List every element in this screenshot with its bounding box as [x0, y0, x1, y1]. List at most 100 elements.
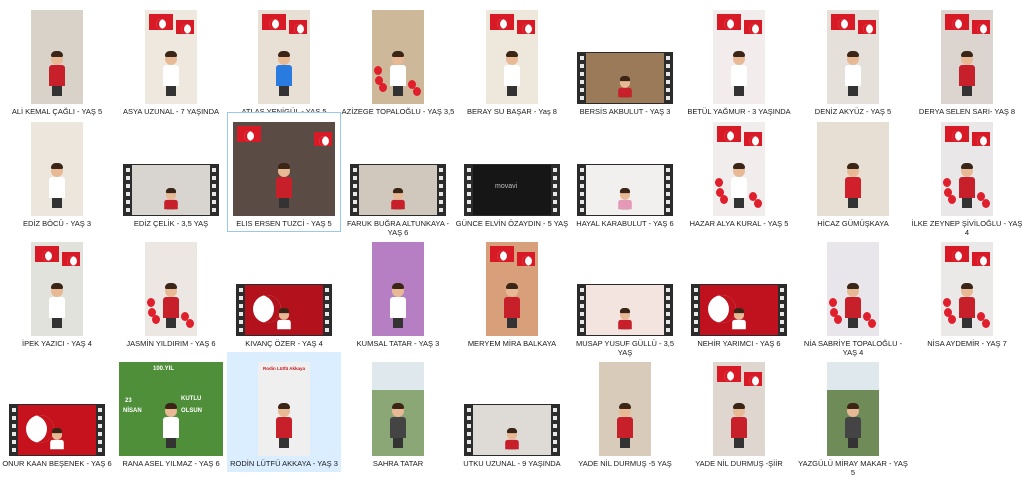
image-file-item[interactable]: ELIS ERSEN TUZCİ - YAŞ 5: [227, 112, 341, 232]
image-file-item[interactable]: BERAY SU BAŞAR - Yaş 8: [455, 0, 569, 120]
photo-thumbnail: [827, 10, 879, 104]
photo-thumbnail: [145, 10, 197, 104]
video-file-item[interactable]: FARUK BUĞRA ALTUNKAYA - YAŞ 6: [341, 112, 455, 237]
video-file-item[interactable]: BERSİS AKBULUT - YAŞ 3: [568, 0, 682, 120]
film-strip-edge: [465, 405, 473, 455]
turkish-flag: [62, 252, 80, 267]
image-file-item[interactable]: YADE NİL DURMUŞ -ŞİİR: [682, 352, 796, 472]
child-figure: [731, 403, 747, 448]
file-name-label: YAZGÜLÜ MİRAY MAKAR - YAŞ 5: [798, 459, 908, 477]
image-file-item[interactable]: AZİZEGE TOPALOĞLU - YAŞ 3,5: [341, 0, 455, 120]
video-thumbnail: [123, 164, 219, 216]
photo-thumbnail: [713, 10, 765, 104]
child-figure: [49, 163, 65, 208]
file-name-label: HAYAL KARABULUT - YAŞ 6: [576, 219, 674, 228]
file-name-label: JASMİN YILDIRIM - YAŞ 6: [126, 339, 216, 348]
video-thumbnail: [236, 284, 332, 336]
file-name-label: MERYEM MİRA BALKAYA: [467, 339, 557, 348]
image-file-item[interactable]: DERYA SELEN SARI- YAŞ 8: [910, 0, 1024, 120]
child-figure: [505, 428, 519, 450]
video-file-item[interactable]: MUSAP YUSUF GÜLLÜ - 3,5 YAŞ: [568, 232, 682, 357]
child-figure: [617, 403, 633, 448]
image-file-item[interactable]: İLKE ZEYNEP ŞİVİLOĞLU - YAŞ 4: [910, 112, 1024, 237]
image-file-item[interactable]: YADE NİL DURMUŞ -5 YAŞ: [568, 352, 682, 472]
file-name-label: İPEK YAZICI - YAŞ 4: [22, 339, 92, 348]
child-figure: [504, 283, 520, 328]
video-thumbnail: [464, 404, 560, 456]
film-strip-edge: [578, 53, 586, 103]
file-name-label: HAZAR ALYA KURAL - YAŞ 5: [689, 219, 789, 228]
film-strip-edge: [96, 405, 104, 455]
photo-thumbnail: [486, 10, 538, 104]
balloon: [185, 319, 194, 329]
video-file-item[interactable]: UTKU UZUNAL - 9 YAŞINDA: [455, 352, 569, 472]
image-file-item[interactable]: MERYEM MİRA BALKAYA: [455, 232, 569, 352]
turkish-flag: [972, 252, 990, 267]
film-strip-edge: [210, 165, 218, 215]
image-file-item[interactable]: EDİZ BÖCÜ - YAŞ 3: [0, 112, 114, 232]
turkish-flag: [289, 20, 307, 35]
film-strip-edge: [237, 285, 245, 335]
image-file-item[interactable]: KUMSAL TATAR - YAŞ 3: [341, 232, 455, 352]
image-file-item[interactable]: BETÜL YAĞMUR - 3 YAŞINDA: [682, 0, 796, 120]
image-file-item[interactable]: ASYA UZUNAL - 7 YAŞINDA: [114, 0, 228, 120]
video-thumbnail: [350, 164, 446, 216]
child-figure: [276, 51, 292, 96]
balloon: [753, 199, 762, 209]
child-figure: [731, 51, 747, 96]
photo-thumbnail: [827, 242, 879, 336]
image-file-item[interactable]: NİSA AYDEMİR - YAŞ 7: [910, 232, 1024, 352]
banner-text: OLSUN: [181, 408, 202, 414]
image-file-item[interactable]: 100.YIL 23 NİSAN KUTLU OLSUN RANA ASEL YILMAZ…: [114, 352, 228, 472]
video-file-item[interactable]: KIVANÇ ÖZER - YAŞ 4: [227, 232, 341, 352]
child-figure: [277, 308, 291, 330]
child-figure: [731, 163, 747, 208]
image-file-item[interactable]: DENİZ AKYÜZ - YAŞ 5: [796, 0, 910, 120]
file-name-label: ONUR KAAN BEŞENEK - YAŞ 6: [2, 459, 112, 468]
video-file-item[interactable]: HAYAL KARABULUT - YAŞ 6: [568, 112, 682, 232]
photo-thumbnail: 100.YIL 23 NİSAN KUTLU OLSUN: [119, 362, 223, 456]
image-file-item[interactable]: İPEK YAZICI - YAŞ 4: [0, 232, 114, 352]
image-file-item[interactable]: ALİ KEMAL ÇAĞLI - YAŞ 5: [0, 0, 114, 120]
photo-thumbnail: [817, 122, 889, 216]
film-strip-edge: [551, 405, 559, 455]
turkish-flag: [744, 372, 762, 387]
film-strip-edge: [778, 285, 786, 335]
image-file-item[interactable]: HAZAR ALYA KURAL - YAŞ 5: [682, 112, 796, 232]
video-file-item[interactable]: movavi GÜNCE ELVİN ÖZAYDIN - 5 YAŞ: [455, 112, 569, 232]
child-figure: [618, 76, 632, 98]
name-sign-text: Rodin Lütfü Akkaya: [262, 366, 306, 371]
image-file-item[interactable]: ATLAS YENİGÜL - YAŞ 5: [227, 0, 341, 120]
image-file-item[interactable]: NİA SABRİYE TOPALOĞLU - YAŞ 4: [796, 232, 910, 357]
image-file-item[interactable]: JASMİN YILDIRIM - YAŞ 6: [114, 232, 228, 352]
child-figure: [959, 283, 975, 328]
image-file-item[interactable]: Rodin Lütfü Akkaya RODİN LÜTFÜ AKKAYA - Y…: [227, 352, 341, 472]
film-strip-edge: [664, 285, 672, 335]
file-name-label: KUMSAL TATAR - YAŞ 3: [356, 339, 440, 348]
child-figure: [163, 403, 179, 448]
photo-thumbnail: [31, 242, 83, 336]
banner-text: KUTLU: [181, 396, 202, 402]
film-strip-edge: [437, 165, 445, 215]
file-name-label: NİSA AYDEMİR - YAŞ 7: [927, 339, 1007, 348]
image-file-item[interactable]: HİCAZ GÜMÜŞKAYA: [796, 112, 910, 232]
child-figure: [618, 308, 632, 330]
film-strip-edge: [578, 285, 586, 335]
photo-thumbnail: [31, 122, 83, 216]
turkish-flag: [517, 252, 535, 267]
image-file-item[interactable]: SAHRA TATAR: [341, 352, 455, 472]
film-strip-edge: [551, 165, 559, 215]
balloon: [412, 87, 421, 97]
film-strip-edge: [124, 165, 132, 215]
photo-thumbnail: Rodin Lütfü Akkaya: [258, 362, 310, 456]
photo-thumbnail: [713, 122, 765, 216]
child-figure: [164, 188, 178, 210]
film-strip-edge: [664, 53, 672, 103]
child-figure: [163, 283, 179, 328]
video-file-item[interactable]: ONUR KAAN BEŞENEK - YAŞ 6: [0, 352, 114, 472]
video-file-item[interactable]: NEHİR YARIMCI - YAŞ 6: [682, 232, 796, 352]
image-file-item[interactable]: YAZGÜLÜ MİRAY MAKAR - YAŞ 5: [796, 352, 910, 477]
file-name-label: RODİN LÜTFÜ AKKAYA - YAŞ 3: [230, 459, 338, 468]
photo-thumbnail: [827, 362, 879, 456]
video-file-item[interactable]: EDİZ ÇELİK - 3,5 YAŞ: [114, 112, 228, 232]
